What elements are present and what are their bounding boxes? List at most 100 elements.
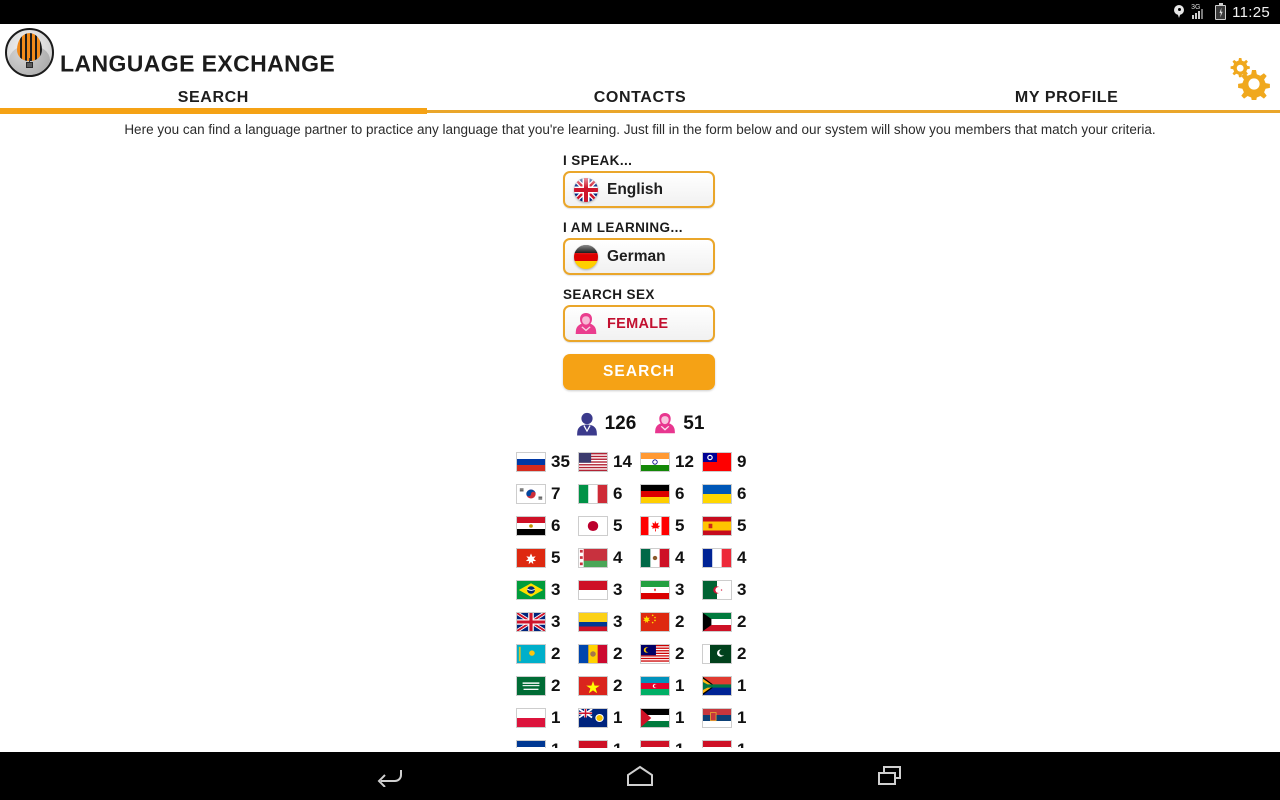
- country-count-cell[interactable]: 2: [702, 612, 764, 632]
- location-pin-icon: [1174, 5, 1185, 19]
- country-count-value: 4: [613, 548, 623, 567]
- country-count-cell[interactable]: 1: [640, 676, 702, 696]
- recent-apps-icon[interactable]: [870, 761, 910, 791]
- balloon-basket: [26, 62, 33, 68]
- speak-value: English: [607, 180, 663, 198]
- sex-label: SEARCH SEX: [563, 287, 655, 302]
- india-flag-icon: [640, 452, 670, 472]
- azerbaijan-flag-icon: [640, 676, 670, 696]
- country-count-cell[interactable]: 1: [516, 708, 578, 728]
- home-icon[interactable]: [620, 761, 660, 791]
- country-count-cell[interactable]: 5: [578, 516, 640, 536]
- indonesia-flag-icon: [578, 580, 608, 600]
- country-count-value: 7: [551, 484, 561, 503]
- sex-select[interactable]: FEMALE: [563, 305, 715, 342]
- country-count-cell[interactable]: 4: [640, 548, 702, 568]
- country-count-value: 1: [675, 708, 685, 727]
- egypt-flag-icon: [516, 516, 546, 536]
- spain-flag-icon: [702, 516, 732, 536]
- south-korea-flag-icon: [516, 484, 546, 504]
- country-count-cell[interactable]: 35: [516, 452, 578, 472]
- sex-value: FEMALE: [607, 315, 669, 332]
- flag-grid-row: 6 5 5 5: [0, 510, 1280, 542]
- country-count-cell[interactable]: 5: [702, 516, 764, 536]
- country-count-cell[interactable]: 1: [702, 676, 764, 696]
- country-count-cell[interactable]: 2: [640, 644, 702, 664]
- russia-flag-icon: [516, 452, 546, 472]
- vietnam-flag-icon: [578, 676, 608, 696]
- country-count-value: 2: [675, 612, 685, 631]
- speak-select[interactable]: English: [563, 171, 715, 208]
- country-count-cell[interactable]: 2: [578, 644, 640, 664]
- country-count-value: 4: [737, 548, 747, 567]
- country-count-cell[interactable]: 3: [516, 612, 578, 632]
- country-count-cell[interactable]: 4: [578, 548, 640, 568]
- country-count-cell[interactable]: 3: [640, 580, 702, 600]
- country-count-value: 14: [613, 452, 632, 471]
- country-count-value: 6: [675, 484, 685, 503]
- country-count-cell[interactable]: 2: [702, 644, 764, 664]
- belarus-flag-icon: [578, 548, 608, 568]
- country-count-cell[interactable]: 7: [516, 484, 578, 504]
- country-count-cell[interactable]: 5: [640, 516, 702, 536]
- country-count-cell[interactable]: 1: [640, 708, 702, 728]
- country-count-value: 1: [613, 708, 623, 727]
- country-flag-grid: 3514129766665555444333333222222221111111…: [0, 446, 1280, 766]
- balloon-shape: [17, 33, 42, 61]
- country-count-cell[interactable]: 2: [578, 676, 640, 696]
- country-count-cell[interactable]: 6: [702, 484, 764, 504]
- android-nav-bar: [0, 752, 1280, 800]
- serbia-flag-icon: [702, 708, 732, 728]
- country-count-cell[interactable]: 9: [702, 452, 764, 472]
- germany-flag-circle-icon: [574, 244, 598, 269]
- canada-flag-icon: [640, 516, 670, 536]
- country-count-value: 5: [737, 516, 747, 535]
- country-count-cell[interactable]: 1: [578, 708, 640, 728]
- flag-grid-row: 5 4 4 4: [0, 542, 1280, 574]
- speak-label: I SPEAK...: [563, 153, 633, 168]
- country-count-cell[interactable]: 14: [578, 452, 640, 472]
- flag-grid-row: 2 2 1 1: [0, 670, 1280, 702]
- signal-3g-icon: 3G: [1191, 4, 1208, 20]
- country-count-value: 3: [737, 580, 747, 599]
- country-count-cell[interactable]: 6: [640, 484, 702, 504]
- country-count-value: 6: [613, 484, 623, 503]
- country-count-cell[interactable]: 4: [702, 548, 764, 568]
- country-count-value: 2: [613, 644, 623, 663]
- country-count-cell[interactable]: 6: [578, 484, 640, 504]
- country-count-value: 3: [613, 612, 623, 631]
- country-count-cell[interactable]: 2: [516, 676, 578, 696]
- search-button[interactable]: SEARCH: [563, 354, 715, 390]
- malaysia-flag-icon: [640, 644, 670, 664]
- back-arrow-icon[interactable]: [370, 761, 410, 791]
- country-count-value: 5: [551, 548, 561, 567]
- kuwait-flag-icon: [702, 612, 732, 632]
- palestine-flag-icon: [640, 708, 670, 728]
- country-count-cell[interactable]: 3: [578, 580, 640, 600]
- country-count-cell[interactable]: 1: [702, 708, 764, 728]
- country-count-value: 5: [675, 516, 685, 535]
- male-count-group: 126: [576, 412, 636, 436]
- country-count-cell[interactable]: 2: [516, 644, 578, 664]
- tab-active-indicator: [0, 108, 427, 114]
- country-count-cell[interactable]: 3: [702, 580, 764, 600]
- country-count-value: 3: [551, 612, 561, 631]
- female-count-group: 51: [654, 412, 704, 436]
- country-count-cell[interactable]: 3: [516, 580, 578, 600]
- country-count-cell[interactable]: 12: [640, 452, 702, 472]
- country-count-cell[interactable]: 2: [640, 612, 702, 632]
- female-count: 51: [683, 413, 705, 434]
- country-count-value: 2: [551, 644, 561, 663]
- colombia-flag-icon: [578, 612, 608, 632]
- japan-flag-icon: [578, 516, 608, 536]
- country-count-value: 12: [675, 452, 694, 471]
- country-count-cell[interactable]: 5: [516, 548, 578, 568]
- signal-bars: [1192, 8, 1204, 19]
- learning-select[interactable]: German: [563, 238, 715, 275]
- country-count-cell[interactable]: 6: [516, 516, 578, 536]
- country-count-value: 2: [737, 644, 747, 663]
- france-flag-icon: [702, 548, 732, 568]
- uk-flag-icon: [516, 612, 546, 632]
- country-count-cell[interactable]: 3: [578, 612, 640, 632]
- ukraine-flag-icon: [702, 484, 732, 504]
